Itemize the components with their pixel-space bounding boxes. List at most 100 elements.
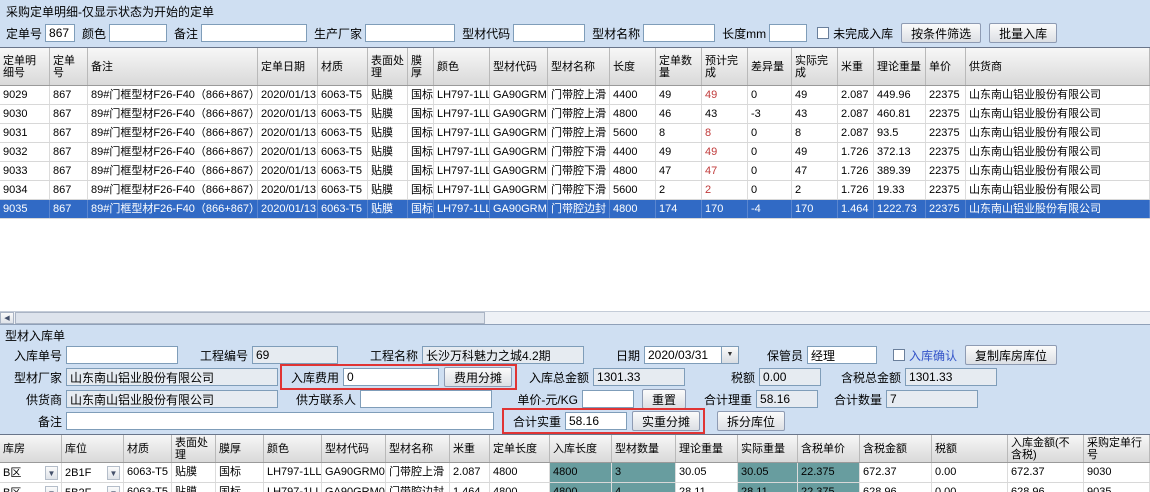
order-table-cell: 174	[656, 200, 702, 218]
combo-dropdown-icon[interactable]: ▼	[45, 466, 58, 480]
total-qty-input[interactable]	[886, 390, 978, 408]
order-table-row[interactable]: 903486789#门框型材F26-F40（866+867）2020/01/13…	[0, 181, 1150, 200]
order-table-row[interactable]: 902986789#门框型材F26-F40（866+867）2020/01/13…	[0, 86, 1150, 105]
inbound-column-header[interactable]: 型材名称	[386, 435, 450, 462]
inbound-table-cell: 国标	[216, 483, 264, 492]
order-table-cell: 贴膜	[368, 105, 408, 123]
location-select[interactable]: 5B2F▼	[62, 483, 124, 492]
combo-dropdown-icon[interactable]: ▼	[45, 486, 58, 492]
order-column-header[interactable]: 颜色	[434, 48, 490, 85]
filter-by-condition-button[interactable]: 按条件筛选	[901, 23, 981, 43]
order-column-header[interactable]: 差异量	[748, 48, 792, 85]
remark-input[interactable]	[201, 24, 307, 42]
date-input[interactable]	[644, 346, 722, 364]
inbound-column-header[interactable]: 颜色	[264, 435, 322, 462]
order-table-row[interactable]: 903586789#门框型材F26-F40（866+867）2020/01/13…	[0, 200, 1150, 219]
order-column-header[interactable]: 预计完成	[702, 48, 748, 85]
unit-price-input[interactable]	[582, 390, 634, 408]
order-table-row[interactable]: 903086789#门框型材F26-F40（866+867）2020/01/13…	[0, 105, 1150, 124]
inbound-remark-input[interactable]	[66, 412, 494, 430]
factory-input[interactable]	[66, 368, 278, 386]
order-table-row[interactable]: 903186789#门框型材F26-F40（866+867）2020/01/13…	[0, 124, 1150, 143]
inbound-table-cell: 22.375	[798, 483, 860, 492]
inbound-column-header[interactable]: 表面处理	[172, 435, 216, 462]
warehouse-select[interactable]: B区▼	[0, 463, 62, 482]
scroll-left-icon[interactable]: ◀	[0, 312, 14, 324]
order-column-header[interactable]: 定单数量	[656, 48, 702, 85]
order-no-input[interactable]	[45, 24, 75, 42]
inbound-column-header[interactable]: 理论重量	[676, 435, 738, 462]
length-input[interactable]	[769, 24, 807, 42]
split-location-button[interactable]: 拆分库位	[717, 411, 785, 431]
inbound-column-header[interactable]: 采购定单行号	[1084, 435, 1150, 462]
actual-weight-input[interactable]	[565, 412, 627, 430]
inbound-table-row[interactable]: B区▼2B1F▼6063-T5贴膜国标LH797-1LL0GA90GRM03门带…	[0, 463, 1150, 483]
order-table-cell: 山东南山铝业股份有限公司	[966, 86, 1150, 104]
inbound-column-header[interactable]: 型材代码	[322, 435, 386, 462]
inbound-column-header[interactable]: 材质	[124, 435, 172, 462]
combo-dropdown-icon[interactable]: ▼	[107, 466, 120, 480]
order-column-header[interactable]: 材质	[318, 48, 368, 85]
inbound-column-header[interactable]: 库位	[62, 435, 124, 462]
order-column-header[interactable]: 单价	[926, 48, 966, 85]
manufacturer-input[interactable]	[365, 24, 455, 42]
inbound-column-header[interactable]: 库房	[0, 435, 62, 462]
inbound-confirm-checkbox[interactable]	[893, 349, 905, 361]
batch-inbound-button[interactable]: 批量入库	[989, 23, 1057, 43]
order-table-row[interactable]: 903386789#门框型材F26-F40（866+867）2020/01/13…	[0, 162, 1150, 181]
inbound-column-header[interactable]: 型材数量	[612, 435, 676, 462]
inbound-table-row[interactable]: B区▼5B2F▼6063-T5贴膜国标LH797-1LL0GA90GRM05门带…	[0, 483, 1150, 492]
unfinished-checkbox-label: 未完成入库	[833, 25, 893, 42]
order-column-header[interactable]: 表面处理	[368, 48, 408, 85]
warehouse-select[interactable]: B区▼	[0, 483, 62, 492]
order-column-header[interactable]: 长度	[610, 48, 656, 85]
total-with-tax-input[interactable]	[905, 368, 997, 386]
inbound-column-header[interactable]: 含税单价	[798, 435, 860, 462]
order-column-header[interactable]: 定单日期	[258, 48, 318, 85]
order-column-header[interactable]: 型材名称	[548, 48, 610, 85]
order-column-header[interactable]: 定单号	[50, 48, 88, 85]
fee-share-button[interactable]: 费用分摊	[444, 367, 512, 387]
color-input[interactable]	[109, 24, 167, 42]
order-column-header[interactable]: 理论重量	[874, 48, 926, 85]
tax-input[interactable]	[759, 368, 821, 386]
fee-input[interactable]	[343, 368, 439, 386]
order-column-header[interactable]: 定单明细号	[0, 48, 50, 85]
unfinished-checkbox[interactable]	[817, 27, 829, 39]
order-column-header[interactable]: 供货商	[966, 48, 1150, 85]
order-column-header[interactable]: 备注	[88, 48, 258, 85]
total-amount-input[interactable]	[593, 368, 685, 386]
calendar-dropdown-icon[interactable]: ▼	[722, 346, 739, 364]
inbound-no-input[interactable]	[66, 346, 178, 364]
copy-warehouse-location-button[interactable]: 复制库房库位	[965, 345, 1057, 365]
date-picker[interactable]: ▼	[644, 346, 739, 364]
order-column-header[interactable]: 型材代码	[490, 48, 548, 85]
reset-button[interactable]: 重置	[642, 389, 686, 409]
inbound-column-header[interactable]: 入库长度	[550, 435, 612, 462]
inbound-column-header[interactable]: 含税金额	[860, 435, 932, 462]
scrollbar-thumb[interactable]	[15, 312, 485, 324]
inbound-column-header[interactable]: 入库金额(不含税)	[1008, 435, 1084, 462]
inbound-column-header[interactable]: 米重	[450, 435, 490, 462]
project-name-input[interactable]	[422, 346, 584, 364]
order-column-header[interactable]: 米重	[838, 48, 874, 85]
order-column-header[interactable]: 膜厚	[408, 48, 434, 85]
order-table-hscrollbar[interactable]: ◀	[0, 311, 1150, 324]
weight-share-button[interactable]: 实重分摊	[632, 411, 700, 431]
inbound-table-cell: 28.11	[676, 483, 738, 492]
project-no-input[interactable]	[252, 346, 338, 364]
combo-dropdown-icon[interactable]: ▼	[107, 486, 120, 492]
contact-input[interactable]	[360, 390, 492, 408]
theory-weight-input[interactable]	[756, 390, 818, 408]
order-table-row[interactable]: 903286789#门框型材F26-F40（866+867）2020/01/13…	[0, 143, 1150, 162]
inbound-column-header[interactable]: 实际重量	[738, 435, 798, 462]
inbound-column-header[interactable]: 膜厚	[216, 435, 264, 462]
inbound-column-header[interactable]: 税额	[932, 435, 1008, 462]
location-select[interactable]: 2B1F▼	[62, 463, 124, 482]
order-column-header[interactable]: 实际完成	[792, 48, 838, 85]
profile-name-input[interactable]	[643, 24, 715, 42]
keeper-input[interactable]	[807, 346, 877, 364]
supplier-input[interactable]	[66, 390, 278, 408]
inbound-column-header[interactable]: 定单长度	[490, 435, 550, 462]
profile-code-input[interactable]	[513, 24, 585, 42]
